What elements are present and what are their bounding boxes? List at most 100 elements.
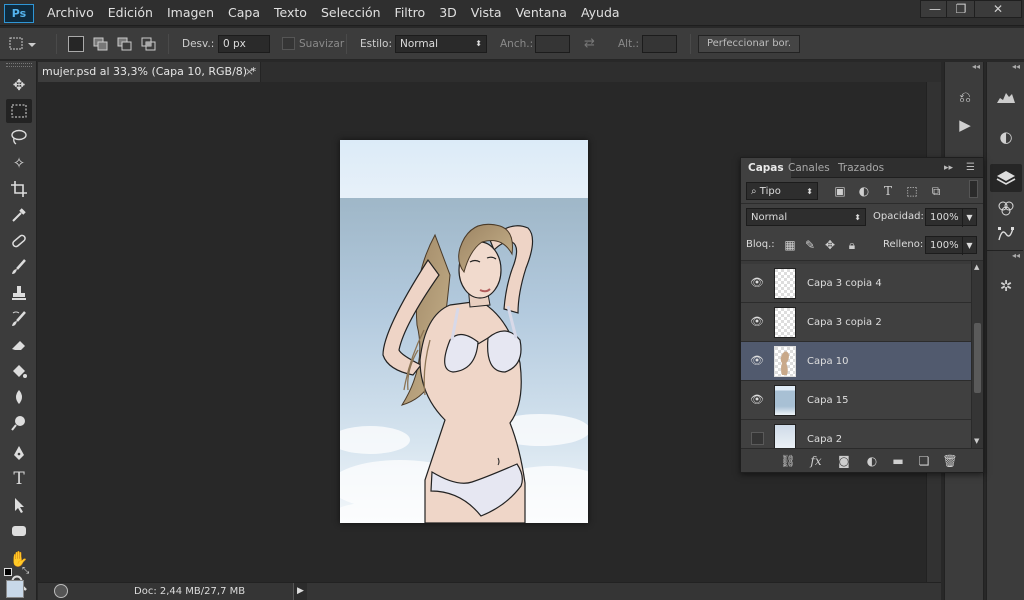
- subtract-from-selection-icon[interactable]: [116, 36, 134, 52]
- feather-input[interactable]: 0 px: [218, 35, 270, 53]
- pen-tool-icon[interactable]: [6, 441, 32, 465]
- foreground-color-swatch[interactable]: [6, 580, 24, 598]
- opacity-input[interactable]: 100% ▼: [925, 208, 977, 227]
- layer-row[interactable]: Capa 2: [741, 420, 971, 448]
- menu-vista[interactable]: Vista: [464, 0, 509, 26]
- hidden-visibility-box[interactable]: [751, 432, 764, 445]
- new-group-folder-icon[interactable]: ▬: [887, 452, 909, 470]
- layer-style-fx-icon[interactable]: fx: [805, 452, 827, 470]
- lock-all-icon[interactable]: 🔒︎: [841, 236, 863, 254]
- link-layers-icon[interactable]: ⛓︎: [777, 452, 799, 470]
- close-window-button[interactable]: ✕: [974, 0, 1022, 18]
- menu-ventana[interactable]: Ventana: [509, 0, 574, 26]
- lasso-tool-icon[interactable]: [6, 125, 32, 149]
- panel-menu-icon[interactable]: ☰: [966, 158, 975, 178]
- zoom-level-icon[interactable]: [54, 584, 68, 598]
- dodge-tool-icon[interactable]: [6, 411, 32, 435]
- scroll-down-icon[interactable]: ▼: [974, 437, 979, 445]
- blend-mode-select[interactable]: Normal ⬍: [746, 208, 866, 226]
- menu-capa[interactable]: Capa: [221, 0, 267, 26]
- new-adjustment-layer-icon[interactable]: ◐: [861, 452, 883, 470]
- lock-transparency-icon[interactable]: ▦: [779, 236, 801, 254]
- filter-type-layer-icon[interactable]: T: [877, 182, 899, 200]
- paths-panel-icon[interactable]: [993, 222, 1019, 246]
- rectangle-tool-icon[interactable]: [6, 519, 32, 543]
- eraser-tool-icon[interactable]: [6, 333, 32, 357]
- style-select[interactable]: Normal ⬍: [395, 35, 487, 53]
- tab-paths[interactable]: Trazados: [831, 158, 891, 178]
- tab-channels[interactable]: Canales: [781, 158, 837, 178]
- lock-position-icon[interactable]: ✥: [819, 236, 841, 254]
- intersect-selection-icon[interactable]: [140, 36, 158, 52]
- swap-colors-icon[interactable]: ⤡: [22, 566, 34, 576]
- brush-tool-icon[interactable]: [6, 255, 32, 279]
- clone-stamp-tool-icon[interactable]: [6, 281, 32, 305]
- 3d-panel-icon[interactable]: ✲: [993, 274, 1019, 298]
- menu-texto[interactable]: Texto: [267, 0, 314, 26]
- menu-3d[interactable]: 3D: [432, 0, 464, 26]
- blur-tool-icon[interactable]: [6, 385, 32, 409]
- channels-panel-icon[interactable]: [993, 196, 1019, 220]
- layer-filter-select[interactable]: ⌕ Tipo ⬍: [746, 182, 818, 200]
- layer-row-selected[interactable]: 👁︎ Capa 10: [741, 342, 971, 381]
- document-tab[interactable]: mujer.psd al 33,3% (Capa 10, RGB/8) * ×: [38, 62, 261, 82]
- fill-input[interactable]: 100% ▼: [925, 236, 977, 255]
- panel-grip[interactable]: [6, 63, 32, 67]
- status-menu-arrow-icon[interactable]: ▶: [293, 583, 307, 600]
- menu-imagen[interactable]: Imagen: [160, 0, 221, 26]
- scroll-up-icon[interactable]: ▲: [974, 263, 979, 271]
- filter-shape-layer-icon[interactable]: ⬚: [901, 182, 923, 200]
- filter-toggle-switch[interactable]: [969, 180, 978, 198]
- menu-filtro[interactable]: Filtro: [388, 0, 433, 26]
- default-colors-icon[interactable]: [4, 568, 12, 576]
- crop-tool-icon[interactable]: [6, 177, 32, 201]
- history-brush-tool-icon[interactable]: [6, 307, 32, 331]
- filter-smart-object-icon[interactable]: ⧉: [925, 182, 947, 200]
- menu-seleccion[interactable]: Selección: [314, 0, 388, 26]
- menu-ayuda[interactable]: Ayuda: [574, 0, 627, 26]
- paint-bucket-tool-icon[interactable]: [6, 359, 32, 383]
- magic-wand-tool-icon[interactable]: ✧: [6, 151, 32, 175]
- type-tool-icon[interactable]: T: [6, 467, 32, 491]
- document-canvas[interactable]: [340, 140, 588, 523]
- lock-pixels-icon[interactable]: ✎: [799, 236, 821, 254]
- layer-row[interactable]: 👁︎ Capa 3 copia 4: [741, 264, 971, 303]
- antialias-checkbox[interactable]: [282, 37, 295, 50]
- eyedropper-tool-icon[interactable]: [6, 203, 32, 227]
- delete-layer-trash-icon[interactable]: 🗑︎: [939, 452, 961, 470]
- histogram-panel-icon[interactable]: [993, 85, 1019, 109]
- dropdown-arrow-icon[interactable]: ▼: [962, 209, 976, 227]
- scrollbar-thumb[interactable]: [974, 323, 981, 393]
- new-layer-icon[interactable]: ❏: [913, 452, 935, 470]
- eye-icon[interactable]: 👁︎: [749, 315, 765, 329]
- eye-icon[interactable]: 👁︎: [749, 393, 765, 407]
- close-tab-icon[interactable]: ×: [245, 62, 254, 82]
- layer-list-scrollbar[interactable]: ▲ ▼: [971, 261, 983, 448]
- path-selection-tool-icon[interactable]: [6, 493, 32, 517]
- filter-adjustment-layer-icon[interactable]: ◐: [853, 182, 875, 200]
- height-input[interactable]: [642, 35, 677, 53]
- adjustments-panel-icon[interactable]: ◐: [993, 125, 1019, 149]
- add-mask-icon[interactable]: ◙: [833, 452, 855, 470]
- dropdown-arrow-icon[interactable]: ▼: [962, 237, 976, 255]
- actions-panel-icon[interactable]: ▶: [952, 113, 978, 137]
- filter-pixel-layer-icon[interactable]: ▣: [829, 182, 851, 200]
- expand-panels-icon[interactable]: ◂◂: [987, 250, 1023, 260]
- width-input[interactable]: [535, 35, 570, 53]
- menu-archivo[interactable]: Archivo: [40, 0, 101, 26]
- eye-icon[interactable]: 👁︎: [749, 354, 765, 368]
- swap-arrows-icon[interactable]: ⇄: [584, 36, 602, 52]
- restore-button[interactable]: ❐: [946, 0, 976, 18]
- layer-row[interactable]: 👁︎ Capa 3 copia 2: [741, 303, 971, 342]
- history-panel-icon[interactable]: ⎌: [952, 85, 978, 109]
- refine-edge-button[interactable]: Perfeccionar bor.: [698, 35, 800, 53]
- healing-brush-tool-icon[interactable]: [6, 229, 32, 253]
- menu-edicion[interactable]: Edición: [101, 0, 160, 26]
- expand-panels-icon[interactable]: ◂◂: [945, 62, 983, 72]
- layer-row[interactable]: 👁︎ Capa 15: [741, 381, 971, 420]
- move-tool-icon[interactable]: ✥: [6, 73, 32, 97]
- tool-preset-picker[interactable]: [8, 36, 38, 52]
- rectangular-marquee-tool-icon[interactable]: [6, 99, 32, 123]
- collapse-panel-icon[interactable]: ▸▸: [944, 158, 953, 178]
- eye-icon[interactable]: 👁︎: [749, 276, 765, 290]
